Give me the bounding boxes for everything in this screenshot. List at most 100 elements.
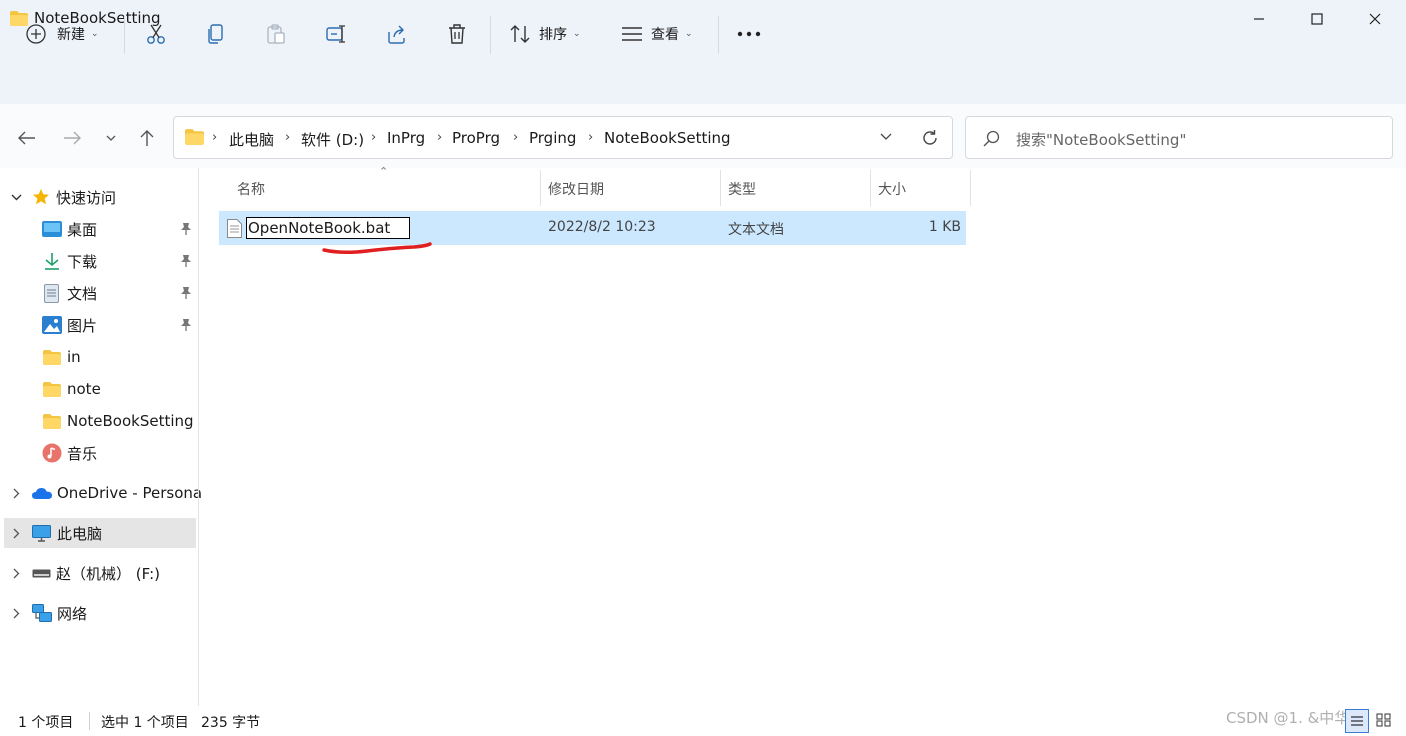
breadcrumb-drive-d[interactable]: 软件 (D:) (301, 129, 364, 150)
breadcrumb-chevron-icon: › (285, 130, 291, 145)
rename-button[interactable] (326, 14, 348, 54)
rename-input[interactable]: OpenNoteBook.bat (246, 217, 410, 239)
toolbar-divider (490, 16, 491, 54)
sidebar-item-note[interactable]: note (0, 374, 198, 404)
column-separator[interactable] (870, 170, 871, 206)
view-list-icon (621, 25, 643, 43)
search-box[interactable]: 搜索"NoteBookSetting" (965, 116, 1393, 159)
maximize-button[interactable] (1288, 0, 1346, 38)
sidebar-item-notebooksetting[interactable]: NoteBookSetting (0, 406, 198, 436)
tiles-view-toggle[interactable] (1373, 709, 1395, 731)
view-button[interactable]: 查看 ⌄ (621, 14, 693, 54)
pin-icon (180, 254, 192, 267)
back-button[interactable] (12, 123, 42, 153)
pin-icon (180, 286, 192, 299)
refresh-icon[interactable] (921, 129, 939, 147)
sidebar-this-pc-label: 此电脑 (57, 524, 103, 543)
details-view-toggle[interactable] (1345, 709, 1369, 733)
chevron-down-icon: ⌄ (573, 29, 581, 39)
up-button[interactable] (132, 123, 162, 153)
sidebar-item-music[interactable]: 音乐 (0, 438, 198, 468)
folder-icon (43, 413, 61, 429)
copy-button[interactable] (205, 14, 227, 54)
breadcrumb-inprg[interactable]: InPrg (387, 129, 425, 147)
column-separator[interactable] (970, 170, 971, 206)
minimize-button[interactable] (1230, 0, 1288, 38)
pin-icon (180, 222, 192, 235)
sidebar-this-pc[interactable]: 此电脑 (4, 518, 196, 548)
breadcrumb-prging[interactable]: Prging (529, 129, 576, 147)
breadcrumb-chevron-icon: › (212, 130, 218, 145)
column-header-name[interactable]: 名称 (237, 176, 537, 202)
sidebar-item-downloads[interactable]: 下载 (0, 246, 198, 276)
pin-icon (180, 318, 192, 331)
new-label: 新建 (57, 27, 85, 43)
status-item-count: 1 个项目 (18, 715, 74, 731)
search-icon (983, 130, 1000, 147)
paste-button[interactable] (265, 14, 287, 54)
breadcrumb-proprg[interactable]: ProPrg (452, 129, 500, 147)
clipboard-icon (265, 23, 287, 45)
chevron-right-icon (13, 568, 20, 579)
plus-circle-icon (26, 24, 46, 44)
status-divider (89, 712, 90, 730)
more-options-button[interactable] (737, 14, 761, 54)
recent-locations-button[interactable] (96, 123, 126, 153)
sidebar-onedrive[interactable]: OneDrive - Persona (0, 478, 202, 508)
sort-button[interactable]: 排序 ⌄ (509, 14, 581, 54)
file-type: 文本文档 (728, 222, 784, 238)
rename-icon (326, 23, 348, 45)
sidebar-item-desktop[interactable]: 桌面 (0, 214, 198, 244)
chevron-down-icon: ⌄ (91, 29, 99, 39)
desktop-icon (42, 221, 62, 237)
file-date: 2022/8/2 10:23 (548, 219, 656, 235)
new-button[interactable]: 新建 ⌄ (26, 14, 99, 54)
document-icon (44, 283, 59, 303)
sort-label: 排序 (539, 27, 567, 43)
download-icon (44, 252, 60, 270)
address-history-chevron-icon[interactable] (880, 133, 892, 140)
sort-icon (509, 24, 531, 44)
file-size: 1 KB (928, 219, 961, 235)
close-button[interactable] (1346, 0, 1404, 38)
navigation-pane: 快速访问 桌面 下载 文档 图片 in note NoteBookSetting… (0, 168, 202, 706)
text-file-icon (227, 219, 242, 238)
column-header-type[interactable]: 类型 (728, 176, 868, 202)
pane-divider[interactable] (198, 168, 199, 706)
folder-icon (43, 349, 61, 365)
column-header-size[interactable]: 大小 (878, 176, 968, 202)
column-separator[interactable] (720, 170, 721, 206)
watermark-text: CSDN @1. &中华地 (1226, 709, 1365, 727)
breadcrumb-chevron-icon: › (437, 130, 443, 145)
sidebar-item-in[interactable]: in (0, 342, 198, 372)
cut-button[interactable] (145, 14, 167, 54)
sidebar-network[interactable]: 网络 (0, 598, 198, 628)
forward-button[interactable] (57, 123, 87, 153)
sidebar-item-pictures[interactable]: 图片 (0, 310, 198, 340)
sidebar-item-documents[interactable]: 文档 (0, 278, 198, 308)
address-bar[interactable]: › 此电脑 › 软件 (D:) › InPrg › ProPrg › Prgin… (173, 116, 953, 159)
toolbar-divider (718, 16, 719, 54)
arrow-right-icon (63, 131, 81, 145)
chevron-right-icon (13, 608, 20, 619)
breadcrumb-current[interactable]: NoteBookSetting (604, 129, 731, 147)
column-separator[interactable] (540, 170, 541, 206)
toolbar-divider (124, 16, 125, 54)
share-button[interactable] (386, 14, 408, 54)
breadcrumb-this-pc[interactable]: 此电脑 (229, 129, 274, 150)
sidebar-quick-access[interactable]: 快速访问 (0, 182, 198, 212)
delete-button[interactable] (446, 14, 468, 54)
sidebar-item-label: 桌面 (67, 220, 98, 239)
scissors-icon (145, 23, 167, 45)
sidebar-item-label: note (67, 380, 101, 398)
sidebar-item-label: 音乐 (67, 444, 98, 463)
red-underline-annotation (322, 240, 434, 256)
folder-icon (185, 129, 204, 145)
chevron-right-icon (13, 528, 20, 539)
sidebar-item-label: 下载 (67, 252, 98, 271)
column-header-date[interactable]: 修改日期 (548, 176, 718, 202)
drive-icon (32, 569, 51, 578)
network-icon (32, 603, 52, 623)
music-icon (42, 443, 62, 463)
sidebar-drive-f[interactable]: 赵（机械） (F:) (0, 558, 198, 588)
